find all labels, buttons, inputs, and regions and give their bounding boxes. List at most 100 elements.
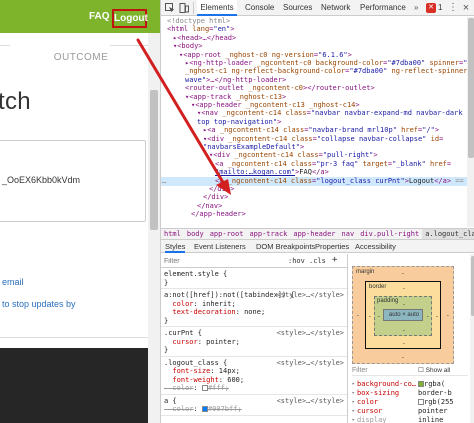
- breadcrumb-item[interactable]: app-header: [290, 229, 338, 239]
- computed-property[interactable]: ▸ box-sizing border-b: [352, 389, 470, 398]
- margin-bottom-value[interactable]: -: [401, 354, 405, 361]
- breadcrumb-item[interactable]: nav: [339, 229, 358, 239]
- device-toolbar-icon[interactable]: [179, 3, 189, 13]
- computed-property[interactable]: ▸ background-co… rgba(: [352, 380, 470, 389]
- code-text: _OoEX6Kbb0kVdm: [2, 175, 81, 185]
- tab-sources[interactable]: Sources: [283, 0, 312, 16]
- breadcrumb-item[interactable]: div.pull-right: [357, 229, 422, 239]
- computed-pane: margin - - - - border - - - - padding - …: [347, 254, 474, 423]
- computed-property[interactable]: ▸ cursor pointer: [352, 407, 470, 416]
- color-swatch[interactable]: [418, 399, 424, 405]
- tab-accessibility[interactable]: Accessibility: [355, 240, 396, 253]
- rule-separator: [161, 393, 347, 395]
- border-top-value[interactable]: -: [402, 285, 406, 292]
- padding-left-value[interactable]: -: [377, 313, 381, 320]
- show-all-label: Show all: [425, 367, 451, 374]
- app-header: FAQ Logout: [0, 0, 160, 33]
- rule-separator: [161, 326, 347, 327]
- style-declaration[interactable]: }: [161, 279, 347, 288]
- box-model-content[interactable]: auto × auto: [383, 309, 423, 321]
- tab-performance[interactable]: Performance: [360, 0, 406, 16]
- padding-label: padding: [377, 298, 399, 304]
- breadcrumb-item[interactable]: app-track: [246, 229, 290, 239]
- styles-filter-input[interactable]: [164, 256, 284, 266]
- breadcrumb-item[interactable]: html: [161, 229, 184, 239]
- margin-left-value[interactable]: -: [356, 312, 360, 319]
- more-tabs-icon[interactable]: »: [414, 0, 418, 16]
- content-size: auto × auto: [388, 312, 420, 318]
- email-link[interactable]: email: [2, 277, 24, 287]
- page-scroll-thumb[interactable]: [150, 90, 158, 230]
- breadcrumb-item[interactable]: a.logout_class.curPnt: [422, 229, 474, 239]
- tab-elements[interactable]: Elements: [197, 0, 237, 16]
- color-swatch[interactable]: [201, 385, 208, 391]
- breadcrumb-item[interactable]: body: [184, 229, 207, 239]
- add-rule-button[interactable]: +: [332, 255, 337, 266]
- outcome-divider-left: [0, 45, 10, 46]
- style-declaration[interactable]: color: #007bff;: [161, 405, 347, 414]
- show-all-checkbox[interactable]: ☐ Show all: [418, 366, 450, 376]
- border-left-value[interactable]: -: [368, 313, 372, 320]
- dom-breadcrumb: html body app-root app-track app-header nav di…: [161, 228, 474, 240]
- style-declaration[interactable]: }: [161, 317, 347, 326]
- margin-right-value[interactable]: -: [446, 312, 450, 319]
- page-heading: tch: [0, 88, 31, 115]
- padding-right-value[interactable]: -: [426, 313, 430, 320]
- outcome-label: OUTCOME: [53, 52, 109, 63]
- margin-top-value[interactable]: -: [401, 270, 405, 277]
- color-swatch[interactable]: [418, 381, 424, 387]
- padding-bottom-value[interactable]: -: [402, 327, 406, 334]
- app-footer: [0, 348, 160, 423]
- toolbar-separator: [193, 2, 194, 14]
- color-swatch[interactable]: [201, 406, 208, 412]
- breadcrumb-item[interactable]: app-root: [207, 229, 247, 239]
- box-model-margin[interactable]: margin - - - - border - - - - padding - …: [352, 266, 454, 364]
- tab-dom-breakpoints[interactable]: DOM Breakpoints: [256, 240, 315, 253]
- devtools-menu-icon[interactable]: ⋮: [448, 2, 458, 14]
- tab-console[interactable]: Console: [245, 0, 274, 16]
- rule-separator: [161, 414, 347, 416]
- dom-tree-scroll-thumb[interactable]: [468, 18, 474, 158]
- border-label: border: [369, 284, 387, 290]
- box-model-border[interactable]: border - - - - padding - - - - auto × au…: [365, 281, 441, 349]
- footer-divider: [0, 337, 160, 338]
- expand-icon[interactable]: ▸: [352, 416, 355, 423]
- expand-icon[interactable]: ▸: [352, 380, 355, 389]
- style-declaration[interactable]: }: [161, 346, 347, 355]
- computed-filter[interactable]: Filter: [352, 366, 468, 376]
- stop-updates-link[interactable]: to stop updates by: [2, 299, 76, 309]
- expand-icon[interactable]: ▸: [352, 407, 355, 416]
- expand-icon[interactable]: ▸: [352, 389, 355, 398]
- computed-property[interactable]: ▸ color rgb(255: [352, 398, 470, 407]
- tab-event-listeners[interactable]: Event Listeners: [194, 240, 246, 253]
- rule-separator: [161, 355, 347, 357]
- style-rules[interactable]: element.style {} a:not([href]):not([tabin…: [161, 268, 347, 423]
- class-toggle[interactable]: .cls: [309, 256, 326, 266]
- computed-property[interactable]: ▸ display inline: [352, 416, 470, 423]
- sidebar-tabs: Styles Event Listeners DOM Breakpoints P…: [161, 240, 474, 253]
- tab-properties[interactable]: Properties: [315, 240, 349, 253]
- error-icon[interactable]: ✕: [426, 3, 436, 13]
- styles-filter-bar: :hov .cls +: [161, 254, 347, 268]
- app-pane: FAQ Logout OUTCOME tch _OoEX6Kbb0kVdm em…: [0, 0, 160, 423]
- border-right-value[interactable]: -: [435, 313, 439, 320]
- rule-separator: [161, 288, 347, 289]
- padding-top-value[interactable]: -: [402, 301, 406, 308]
- hover-state-toggle[interactable]: :hov: [288, 256, 305, 266]
- inspect-element-icon[interactable]: [165, 3, 175, 13]
- box-model-padding[interactable]: padding - - - - auto × auto: [374, 296, 432, 336]
- faq-link[interactable]: FAQ: [89, 11, 110, 22]
- style-declaration[interactable]: color: #fff;: [161, 384, 347, 393]
- expand-icon[interactable]: ▸: [352, 398, 355, 407]
- close-devtools-icon[interactable]: ×: [461, 1, 471, 15]
- dom-tree[interactable]: <!doctype html> <html lang="en"> ▸<head>…<…: [161, 17, 474, 227]
- logout-link[interactable]: Logout: [112, 9, 148, 28]
- tab-styles[interactable]: Styles: [165, 240, 186, 253]
- dom-node[interactable]: </app-header>: [161, 210, 474, 219]
- margin-label: margin: [356, 269, 375, 275]
- devtools-panel: Elements Console Sources Network Perform…: [160, 0, 474, 423]
- devtools-toolbar: Elements Console Sources Network Perform…: [161, 0, 474, 16]
- tab-network[interactable]: Network: [321, 0, 350, 16]
- border-bottom-value[interactable]: -: [402, 340, 406, 347]
- error-count[interactable]: 1: [438, 0, 442, 16]
